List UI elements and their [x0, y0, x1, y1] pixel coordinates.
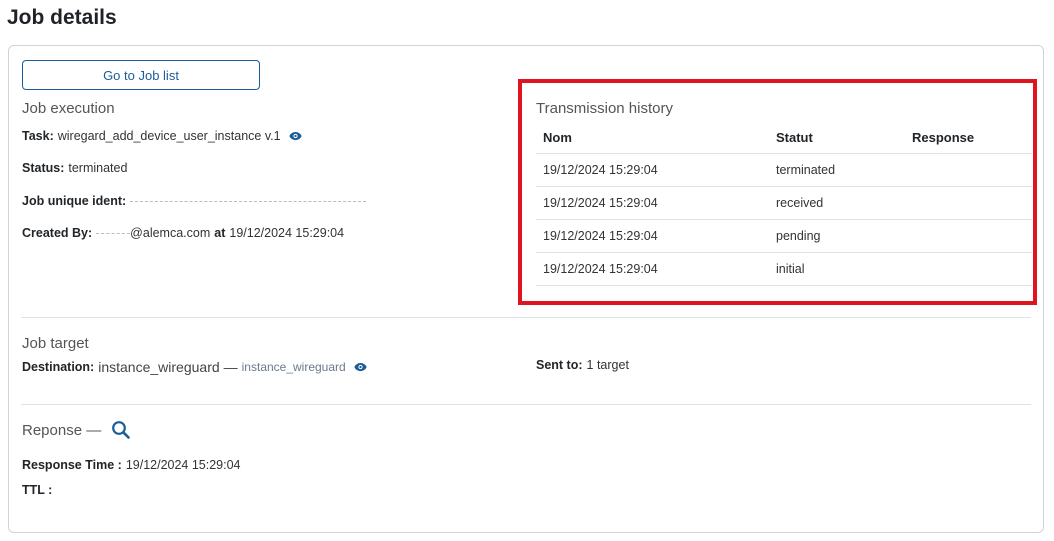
destination-value: instance_wireguard: [98, 359, 220, 375]
destination-sub: instance_wireguard: [241, 360, 346, 374]
status-label: Status:: [22, 161, 65, 175]
destination-label: Destination:: [22, 360, 95, 374]
redacted-ident-value: [130, 197, 367, 207]
job-details-card: Go to Job list Job execution Task: wireg…: [8, 45, 1044, 533]
created-email: @alemca.com: [130, 226, 211, 240]
sent-to-row: Sent to: 1 target: [536, 358, 629, 372]
highlight-annotation-box: [518, 79, 1037, 305]
ttl-row: TTL :: [22, 483, 52, 497]
redacted-user: [96, 229, 131, 239]
response-time-row: Response Time : 19/12/2024 15:29:04: [22, 458, 241, 472]
go-to-job-list-button[interactable]: Go to Job list: [22, 60, 260, 90]
ident-row: Job unique ident:: [22, 194, 367, 208]
created-row: Created By: @alemca.com at 19/12/2024 15…: [22, 226, 344, 240]
job-target-title: Job target: [22, 335, 89, 352]
sent-to-value: 1 target: [586, 358, 629, 372]
eye-icon[interactable]: [288, 131, 302, 141]
sent-to-label: Sent to:: [536, 358, 583, 372]
search-icon[interactable]: [111, 420, 131, 440]
divider: [21, 404, 1031, 405]
page-title: Job details: [7, 6, 117, 29]
status-value: terminated: [68, 161, 128, 175]
created-at-label: at: [214, 226, 226, 240]
response-time-label: Response Time :: [22, 458, 122, 472]
created-label: Created By:: [22, 226, 93, 240]
task-row: Task: wiregard_add_device_user_instance …: [22, 129, 302, 143]
response-title: Reponse —: [22, 422, 102, 439]
destination-row: Destination: instance_wireguard — instan…: [22, 359, 367, 375]
created-at-value: 19/12/2024 15:29:04: [229, 226, 345, 240]
response-time-value: 19/12/2024 15:29:04: [125, 458, 241, 472]
job-execution-title: Job execution: [22, 100, 115, 117]
ttl-label: TTL :: [22, 483, 53, 497]
divider: [21, 317, 1031, 318]
status-row: Status: terminated: [22, 161, 127, 175]
ident-label: Job unique ident:: [22, 194, 127, 208]
eye-icon[interactable]: [354, 362, 367, 372]
task-value: wiregard_add_device_user_instance v.1: [57, 129, 281, 143]
destination-separator: —: [223, 359, 238, 375]
task-label: Task:: [22, 129, 54, 143]
